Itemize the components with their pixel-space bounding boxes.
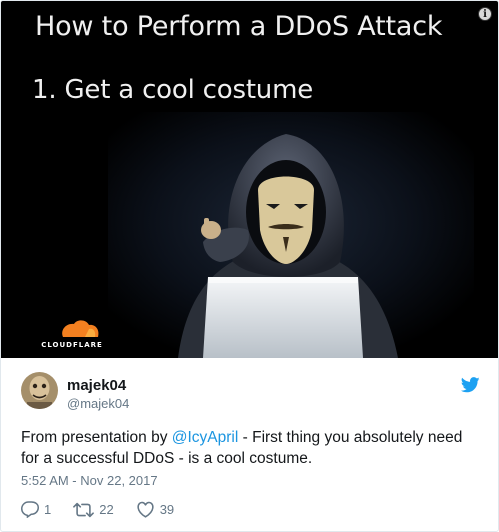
hooded-hacker-photo — [108, 112, 474, 358]
info-icon[interactable]: i — [478, 7, 492, 21]
retweet-button[interactable]: 22 — [73, 502, 114, 518]
retweet-icon — [73, 502, 95, 517]
cloudflare-wordmark: CLOUDFLARE — [41, 341, 103, 349]
twitter-bird-icon[interactable] — [461, 377, 480, 393]
tweet-text-part: From presentation by — [21, 429, 172, 446]
reply-button[interactable]: 1 — [21, 501, 51, 518]
tweet-actions: 1 22 39 — [21, 501, 196, 518]
slide-bullet-point: 1. Get a cool costume — [32, 75, 314, 105]
author-screen-name[interactable]: @majek04 — [67, 396, 129, 411]
like-button[interactable]: 39 — [136, 501, 174, 518]
like-count: 39 — [159, 502, 175, 517]
slide-title: How to Perform a DDoS Attack — [35, 11, 443, 42]
tweet-header: majek04 @majek04 — [1, 358, 498, 418]
tweet-text: From presentation by @IcyApril - First t… — [21, 427, 481, 469]
tweet-timestamp[interactable]: 5:52 AM - Nov 22, 2017 — [21, 473, 158, 488]
heart-icon — [137, 501, 154, 518]
tweet-media-image[interactable]: How to Perform a DDoS Attack 1. Get a co… — [1, 1, 498, 358]
cloudflare-logo: CLOUDFLARE — [33, 319, 111, 349]
reply-icon — [21, 501, 39, 518]
reply-count: 1 — [44, 502, 52, 517]
retweet-count: 22 — [99, 502, 114, 517]
avatar[interactable] — [21, 372, 58, 409]
embedded-tweet: How to Perform a DDoS Attack 1. Get a co… — [0, 0, 499, 532]
author-display-name[interactable]: majek04 — [67, 377, 126, 394]
mention-link[interactable]: @IcyApril — [172, 429, 239, 446]
